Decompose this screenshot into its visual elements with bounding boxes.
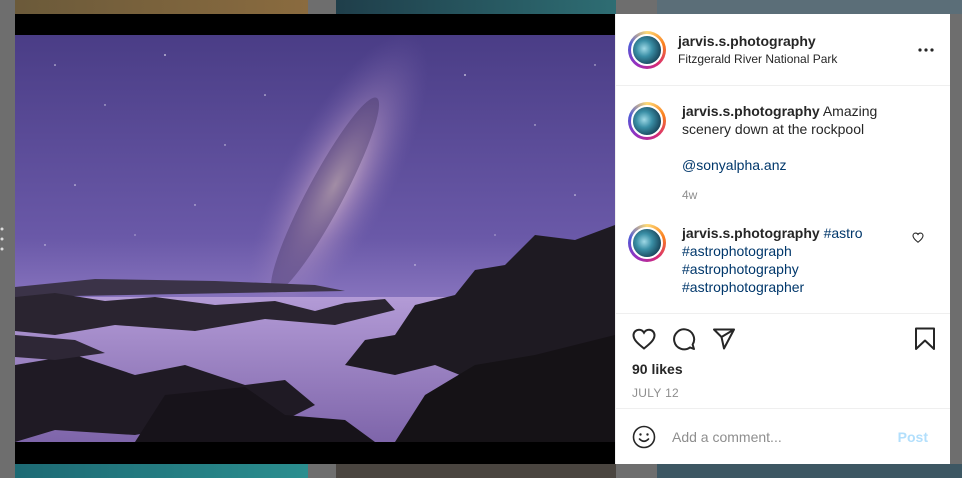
- background-tile: [15, 464, 308, 478]
- post-location[interactable]: Fitzgerald River National Park: [678, 52, 914, 66]
- save-button[interactable]: [914, 327, 936, 351]
- post-date[interactable]: JULY 12: [632, 386, 936, 400]
- post-details-panel: jarvis.s.photography Fitzgerald River Na…: [615, 14, 950, 464]
- background-tile: [336, 0, 616, 14]
- caption-comment: jarvis.s.photography Amazing scenery dow…: [628, 102, 938, 204]
- post-modal: jarvis.s.photography Fitzgerald River Na…: [15, 14, 950, 464]
- like-count[interactable]: 90 likes: [632, 361, 936, 377]
- hashtag-link[interactable]: #astrophotograph: [682, 243, 792, 259]
- post-comment-button[interactable]: Post: [892, 428, 934, 446]
- avatar[interactable]: [628, 30, 666, 69]
- post-author-username[interactable]: jarvis.s.photography: [678, 33, 914, 49]
- mention-link[interactable]: @sonyalpha.anz: [682, 157, 787, 173]
- caption-age[interactable]: 4w: [682, 186, 902, 204]
- heart-icon: [912, 232, 924, 243]
- hashtag-link[interactable]: #astro: [824, 225, 863, 241]
- previous-post-arrow-icon[interactable]: [0, 225, 6, 260]
- background-tile: [657, 464, 962, 478]
- post-header: jarvis.s.photography Fitzgerald River Na…: [616, 14, 950, 86]
- background-tile: [15, 0, 308, 14]
- background-tile: [657, 0, 962, 14]
- post-photo: [15, 35, 615, 442]
- hashtag-link[interactable]: #astrophotographer: [682, 279, 804, 295]
- comment-input[interactable]: [670, 427, 892, 446]
- caption-username[interactable]: jarvis.s.photography: [682, 103, 820, 119]
- hashtag-comment: jarvis.s.photography #astro #astrophotog…: [628, 224, 938, 296]
- post-media[interactable]: [15, 14, 615, 464]
- post-actions: 90 likes JULY 12: [616, 313, 950, 408]
- comment-like-button[interactable]: [912, 230, 924, 248]
- heart-icon: [632, 328, 656, 350]
- hashtag-link[interactable]: #astrophotography: [682, 261, 799, 277]
- avatar[interactable]: [628, 224, 666, 262]
- share-button[interactable]: [712, 328, 736, 350]
- bookmark-icon: [915, 327, 935, 350]
- more-options-button[interactable]: [914, 38, 938, 62]
- comment-button[interactable]: [672, 327, 696, 351]
- comment-username[interactable]: jarvis.s.photography: [682, 225, 820, 241]
- comment-composer: Post: [616, 408, 950, 464]
- comments-list[interactable]: jarvis.s.photography Amazing scenery dow…: [616, 86, 950, 313]
- smiley-icon: [632, 425, 656, 448]
- emoji-button[interactable]: [632, 425, 656, 449]
- more-horizontal-icon: [918, 47, 934, 52]
- paper-plane-icon: [713, 328, 735, 350]
- avatar[interactable]: [628, 102, 666, 140]
- like-button[interactable]: [632, 328, 656, 350]
- speech-bubble-icon: [673, 328, 696, 351]
- background-tile: [336, 464, 616, 478]
